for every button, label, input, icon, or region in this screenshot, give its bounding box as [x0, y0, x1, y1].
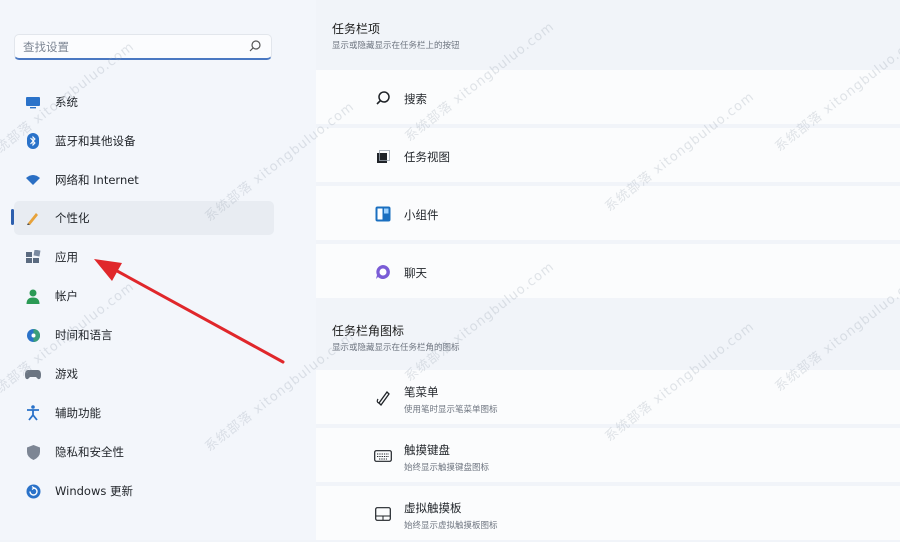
setting-card-chat[interactable]: 聊天 — [316, 244, 900, 300]
search-input[interactable] — [23, 38, 243, 56]
sidebar-item-apps[interactable]: 应用 — [14, 240, 274, 274]
person-icon — [24, 287, 42, 305]
shield-icon — [24, 443, 42, 461]
update-icon — [24, 482, 42, 500]
setting-label: 任务视图 — [404, 150, 450, 164]
globe-clock-icon — [24, 326, 42, 344]
setting-description: 始终显示触摸键盘图标 — [404, 463, 490, 473]
widgets-icon — [374, 205, 392, 223]
sidebar-item-time-language[interactable]: 时间和语言 — [14, 318, 274, 352]
setting-label: 搜索 — [404, 92, 427, 106]
setting-label: 触摸键盘 — [404, 443, 450, 457]
setting-card-touch-keyboard[interactable]: 触摸键盘 始终显示触摸键盘图标 — [316, 428, 900, 484]
sidebar-item-label: 蓝牙和其他设备 — [55, 134, 136, 148]
search-icon — [374, 89, 392, 107]
setting-label: 笔菜单 — [404, 385, 439, 399]
monitor-icon — [24, 93, 42, 111]
setting-card-widgets[interactable]: 小组件 — [316, 186, 900, 242]
sidebar-item-network[interactable]: 网络和 Internet — [14, 163, 274, 197]
pencil-icon — [24, 209, 42, 227]
sidebar-item-label: Windows 更新 — [55, 484, 133, 498]
setting-label: 聊天 — [404, 266, 427, 280]
apps-icon — [24, 248, 42, 266]
section-subtitle-taskbar-items: 显示或隐藏显示在任务栏上的按钮 — [332, 41, 460, 51]
sidebar-item-accounts[interactable]: 帐户 — [14, 279, 274, 313]
sidebar-item-gaming[interactable]: 游戏 — [14, 357, 274, 391]
sidebar-item-personalization[interactable]: 个性化 — [14, 201, 274, 235]
sidebar-item-label: 辅助功能 — [55, 406, 101, 420]
sidebar-item-privacy[interactable]: 隐私和安全性 — [14, 435, 274, 469]
sidebar-item-label: 游戏 — [55, 367, 78, 381]
accessibility-icon — [24, 404, 42, 422]
task-view-icon — [374, 148, 392, 166]
section-title-taskbar-items: 任务栏项 — [332, 22, 381, 36]
touchpad-icon — [374, 505, 392, 523]
sidebar-item-bluetooth[interactable]: 蓝牙和其他设备 — [14, 124, 274, 158]
setting-label: 虚拟触摸板 — [404, 501, 462, 515]
sidebar-item-windows-update[interactable]: Windows 更新 — [14, 474, 274, 508]
setting-label: 小组件 — [404, 208, 439, 222]
sidebar-item-label: 隐私和安全性 — [55, 445, 124, 459]
sidebar-item-label: 个性化 — [55, 211, 90, 225]
section-subtitle-corner-icons: 显示或隐藏显示在任务栏角的图标 — [332, 343, 460, 353]
setting-card-task-view[interactable]: 任务视图 — [316, 128, 900, 184]
sidebar-item-label: 时间和语言 — [55, 328, 113, 342]
search-box[interactable] — [14, 34, 272, 60]
keyboard-icon — [374, 447, 392, 465]
wifi-icon — [24, 171, 42, 189]
sidebar-item-label: 系统 — [55, 95, 78, 109]
gamepad-icon — [24, 365, 42, 383]
setting-card-virtual-touchpad[interactable]: 虚拟触摸板 始终显示虚拟触摸板图标 — [316, 486, 900, 542]
setting-card-search[interactable]: 搜索 — [316, 70, 900, 126]
main-content: 任务栏项 显示或隐藏显示在任务栏上的按钮 搜索 任务视图 小组件 聊天 任务栏角… — [316, 0, 900, 542]
search-icon[interactable] — [248, 39, 262, 53]
sidebar-item-system[interactable]: 系统 — [14, 85, 274, 119]
section-title-corner-icons: 任务栏角图标 — [332, 324, 405, 338]
sidebar-item-label: 应用 — [55, 250, 78, 264]
pen-icon — [374, 389, 392, 407]
bluetooth-icon — [24, 132, 42, 150]
setting-description: 始终显示虚拟触摸板图标 — [404, 521, 498, 531]
sidebar-item-accessibility[interactable]: 辅助功能 — [14, 396, 274, 430]
setting-card-pen-menu[interactable]: 笔菜单 使用笔时显示笔菜单图标 — [316, 370, 900, 426]
settings-sidebar: 系统 蓝牙和其他设备 网络和 Internet 个性化 应用 帐户 — [0, 0, 316, 540]
sidebar-item-label: 网络和 Internet — [55, 173, 139, 187]
sidebar-item-label: 帐户 — [55, 289, 78, 303]
chat-icon — [374, 263, 392, 281]
setting-description: 使用笔时显示笔菜单图标 — [404, 405, 498, 415]
